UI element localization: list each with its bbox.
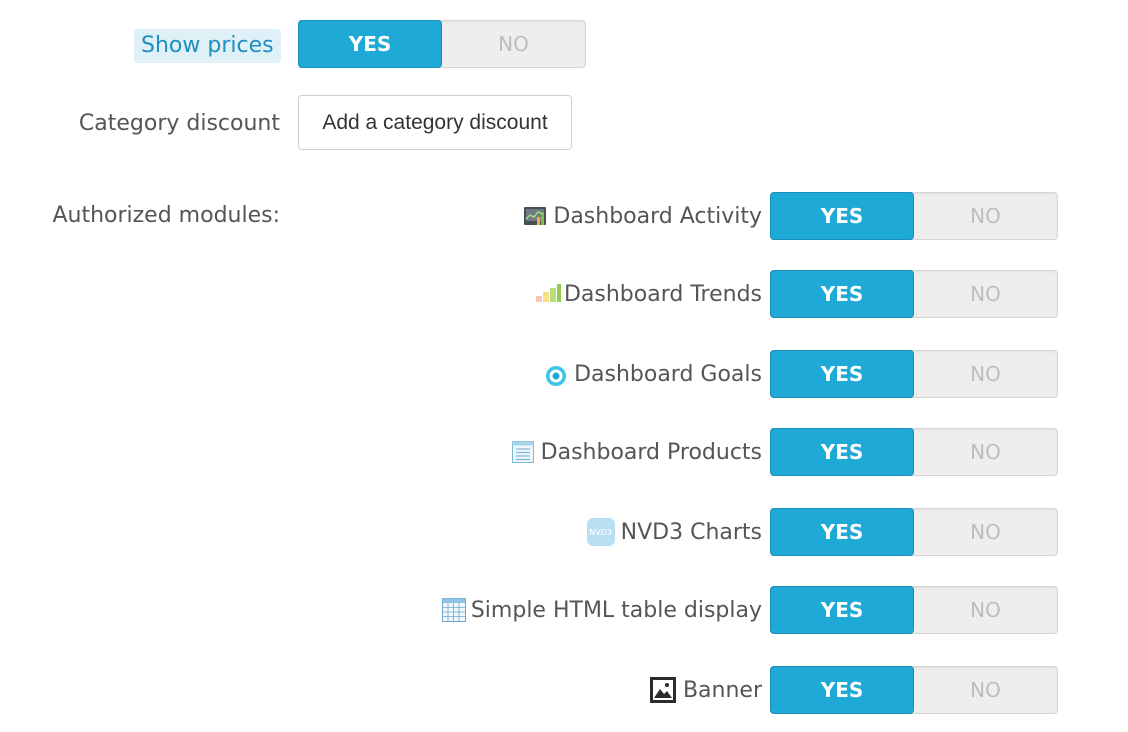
dashboard-activity-toggle[interactable]: YES NO (770, 192, 1058, 240)
module-name: Simple HTML table display (470, 597, 762, 623)
html-table-display-yes-option[interactable]: YES (770, 586, 914, 634)
show-prices-toggle[interactable]: YES NO (298, 20, 586, 68)
show-prices-no-option[interactable]: NO (442, 21, 585, 67)
dashboard-goals-yes-option[interactable]: YES (770, 350, 914, 398)
module-row-dashboard-trends: Dashboard Trends (534, 270, 762, 318)
html-table-icon (441, 597, 467, 623)
module-row-banner: Banner (649, 666, 762, 714)
nvd3-charts-yes-option[interactable]: YES (770, 508, 914, 556)
dashboard-trends-toggle[interactable]: YES NO (770, 270, 1058, 318)
module-row-dashboard-goals: Dashboard Goals (544, 350, 762, 398)
nvd3-icon-text: NVD3 (589, 527, 612, 537)
module-name: Dashboard Activity (553, 203, 762, 229)
banner-yes-option[interactable]: YES (770, 666, 914, 714)
dashboard-goals-icon (544, 362, 568, 386)
banner-image-icon (649, 676, 677, 704)
dashboard-trends-no-option[interactable]: NO (914, 271, 1057, 317)
module-name: Dashboard Products (540, 439, 762, 465)
dashboard-trends-icon (534, 282, 561, 306)
dashboard-products-icon (511, 440, 535, 464)
dashboard-activity-icon (523, 204, 547, 228)
module-name: Banner (682, 677, 762, 703)
module-row-dashboard-activity: Dashboard Activity (523, 192, 762, 240)
category-discount-label: Category discount (78, 111, 280, 136)
dashboard-products-toggle[interactable]: YES NO (770, 428, 1058, 476)
dashboard-goals-toggle[interactable]: YES NO (770, 350, 1058, 398)
banner-toggle[interactable]: YES NO (770, 666, 1058, 714)
module-row-nvd3-charts: NVD3 NVD3 Charts (586, 508, 762, 556)
html-table-display-toggle[interactable]: YES NO (770, 586, 1058, 634)
add-category-discount-button[interactable]: Add a category discount (298, 95, 572, 150)
nvd3-charts-icon: NVD3 (586, 518, 615, 546)
module-name: Dashboard Trends (563, 281, 762, 307)
dashboard-activity-no-option[interactable]: NO (914, 193, 1057, 239)
dashboard-products-no-option[interactable]: NO (914, 429, 1057, 475)
show-prices-label: Show prices (134, 29, 281, 63)
dashboard-activity-yes-option[interactable]: YES (770, 192, 914, 240)
module-name: NVD3 Charts (620, 519, 762, 545)
module-row-html-table-display: Simple HTML table display (441, 586, 762, 634)
dashboard-trends-yes-option[interactable]: YES (770, 270, 914, 318)
nvd3-charts-no-option[interactable]: NO (914, 509, 1057, 555)
dashboard-products-yes-option[interactable]: YES (770, 428, 914, 476)
show-prices-yes-option[interactable]: YES (298, 20, 442, 68)
authorized-modules-label: Authorized modules: (52, 203, 280, 228)
html-table-display-no-option[interactable]: NO (914, 587, 1057, 633)
module-name: Dashboard Goals (574, 361, 762, 387)
banner-no-option[interactable]: NO (914, 667, 1057, 713)
module-row-dashboard-products: Dashboard Products (511, 428, 762, 476)
dashboard-goals-no-option[interactable]: NO (914, 351, 1057, 397)
nvd3-charts-toggle[interactable]: YES NO (770, 508, 1058, 556)
